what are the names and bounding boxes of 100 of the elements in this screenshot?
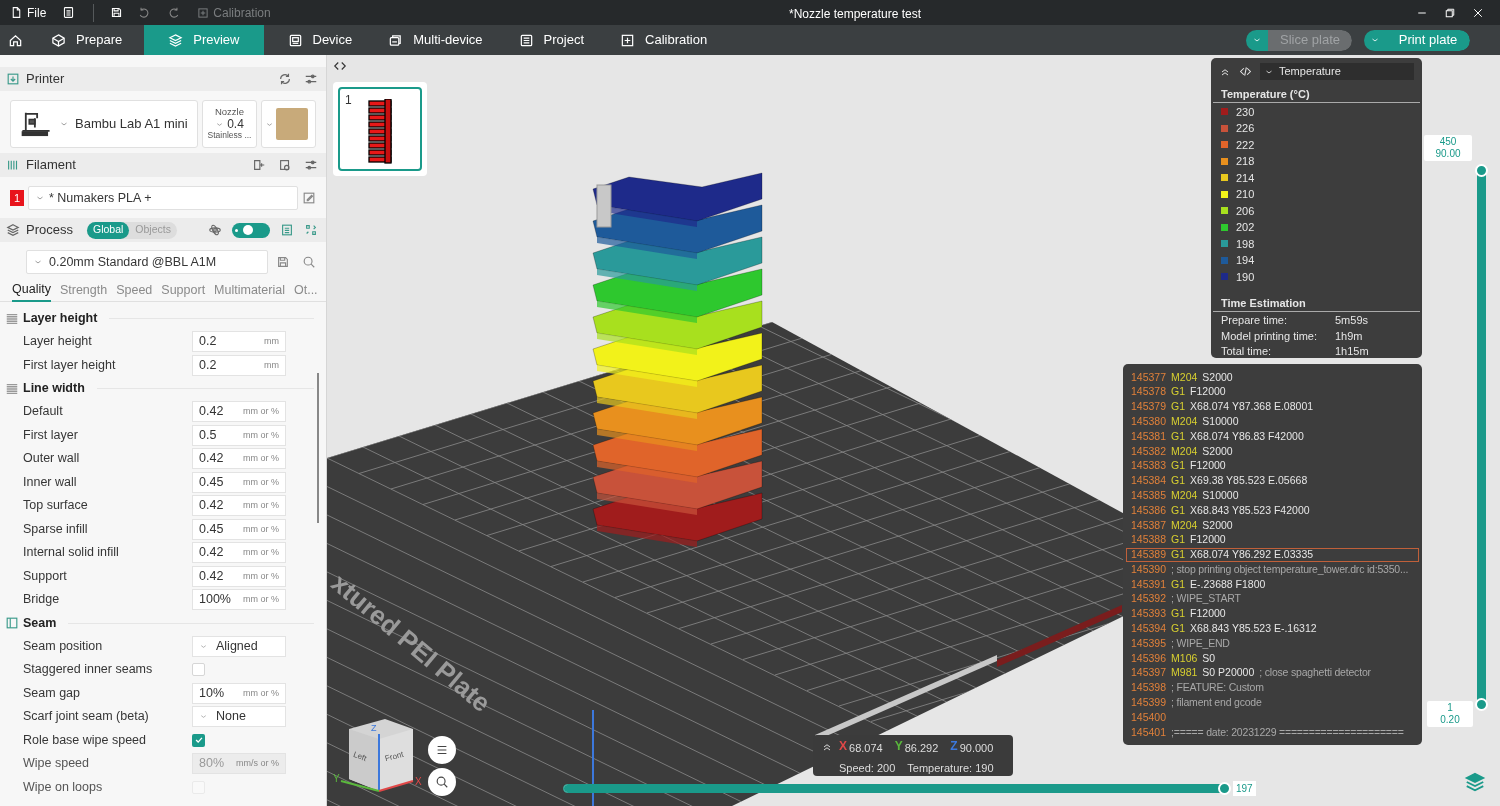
legend-value: 218 xyxy=(1236,154,1255,169)
filament-icon xyxy=(6,158,20,172)
sliders-icon[interactable] xyxy=(304,158,318,172)
compare-icon[interactable] xyxy=(304,223,318,237)
tab[interactable]: Multi-device xyxy=(374,25,497,55)
setting-field[interactable]: 0.42 mm or % xyxy=(192,565,286,587)
printer-icon xyxy=(6,72,20,86)
legend-value: 214 xyxy=(1236,170,1255,186)
gcode-line[interactable]: 145393 G1 F12000 xyxy=(1126,606,1419,622)
layers-icon[interactable] xyxy=(1464,771,1486,793)
setting-field[interactable]: 0.45 mm or % xyxy=(192,471,286,493)
axis-letter: Y xyxy=(894,740,903,755)
close-icon[interactable] xyxy=(1472,6,1484,19)
home-icon[interactable] xyxy=(8,32,23,48)
gcode-line[interactable]: 145382 M204 S2000 xyxy=(1126,444,1419,459)
edit-icon[interactable] xyxy=(302,191,316,205)
gcode-line[interactable]: 145378 G1 F12000 xyxy=(1126,384,1419,400)
view-type-dropdown[interactable]: Temperature xyxy=(1260,63,1414,80)
setting-label: Sparse infill xyxy=(23,520,89,538)
setting-field[interactable]: 0.2 mm xyxy=(192,331,286,353)
code-icon[interactable] xyxy=(1239,65,1252,78)
time-value: 1h15m xyxy=(1335,344,1369,358)
setting-field[interactable]: 0.42 mm or % xyxy=(192,542,286,564)
calibration-button[interactable]: Calibration xyxy=(197,3,271,22)
setting-field[interactable]: 0.2 mm xyxy=(192,354,286,376)
restore-icon[interactable] xyxy=(1444,6,1456,19)
gcode-line[interactable]: 145381 G1 X68.074 Y86.83 F42000 xyxy=(1126,429,1419,444)
setting-field[interactable]: 100% mm or % xyxy=(192,589,286,611)
gcode-line[interactable]: 145384 G1 X69.38 Y85.523 E.05668 xyxy=(1126,473,1419,489)
list-icon[interactable] xyxy=(62,6,76,19)
dropdown-button[interactable] xyxy=(1246,29,1268,51)
seam-icon xyxy=(5,616,19,630)
cube-label: Z xyxy=(371,722,377,735)
check-icon xyxy=(193,735,204,746)
setting-label: Outer wall xyxy=(23,450,81,468)
setting-field[interactable]: 0.42 mm or % xyxy=(192,401,286,423)
atom-icon[interactable] xyxy=(208,223,222,237)
gcode-line[interactable]: 145394 G1 X68.843 Y85.523 E-.16312 xyxy=(1126,621,1419,637)
gcode-line[interactable]: 145400 xyxy=(1126,710,1419,726)
gcode-line[interactable]: 145385 M204 S10000 xyxy=(1126,488,1419,504)
printer-selector[interactable]: Bambu Lab A1 mini xyxy=(10,100,198,148)
gcode-line[interactable]: 145377 M204 S2000 xyxy=(1126,370,1419,385)
gcode-line[interactable]: 145398 ; FEATURE: Custom xyxy=(1126,680,1419,696)
gcode-line[interactable]: 145392 ; WIPE_START xyxy=(1126,591,1419,607)
filament-settings-icon[interactable] xyxy=(278,158,292,172)
setting-label: Internal solid infill xyxy=(23,544,120,562)
slider-thumb[interactable] xyxy=(1218,782,1231,795)
tab[interactable]: Prepare xyxy=(37,25,137,55)
setting-label: Role base wipe speed xyxy=(23,731,147,749)
dropdown-button[interactable] xyxy=(1364,29,1386,51)
checkbox[interactable] xyxy=(192,733,205,747)
undo-icon[interactable] xyxy=(137,6,151,19)
add-filament-icon[interactable] xyxy=(252,158,266,172)
gcode-line[interactable]: 145401 ;===== date: 20231229 ===================== xyxy=(1126,725,1419,740)
code-toggle-icon[interactable] xyxy=(333,59,347,73)
setting-dropdown[interactable]: None xyxy=(192,706,286,728)
setting-field[interactable]: 0.45 mm or % xyxy=(192,518,286,540)
layer-number: 1 xyxy=(1447,702,1453,714)
filament-dropdown[interactable]: * Numakers PLA + xyxy=(28,186,298,210)
tab[interactable]: Calibration xyxy=(606,25,722,55)
settings-tab[interactable]: Quality xyxy=(12,279,51,302)
time-label: Total time: xyxy=(1221,344,1273,358)
gcode-line[interactable]: 145396 M106 S0 xyxy=(1126,651,1419,666)
save-icon[interactable] xyxy=(110,6,124,19)
gcode-line[interactable]: 145397 M981 S0 P20000 ; close spaghetti detector xyxy=(1126,665,1419,681)
section-title: Seam xyxy=(23,614,57,632)
advanced-toggle[interactable] xyxy=(232,222,270,238)
tab[interactable]: Project xyxy=(504,25,599,55)
setting-field[interactable]: 10% mm or % xyxy=(192,682,286,704)
move-reading: 197 xyxy=(1233,781,1256,796)
menu-icon xyxy=(435,743,449,757)
setting-field[interactable]: 0.42 mm or % xyxy=(192,495,286,517)
preset-dropdown[interactable]: 0.20mm Standard @BBL A1M xyxy=(26,250,269,274)
gcode-line[interactable]: 145399 ; filament end gcode xyxy=(1126,695,1419,711)
gcode-line[interactable]: 145380 M204 S10000 xyxy=(1126,414,1419,430)
setting-label: Default xyxy=(23,403,64,421)
slider-thumb[interactable] xyxy=(1475,164,1488,177)
build-plate-swatch xyxy=(276,108,308,140)
gcode-line[interactable]: 145391 G1 E-.23688 F1800 xyxy=(1126,577,1419,592)
nozzle-selector[interactable]: Nozzle 0.4 Stainless ... xyxy=(202,100,257,148)
setting-field[interactable]: 0.42 mm or % xyxy=(192,448,286,470)
gcode-line[interactable]: 145383 G1 F12000 xyxy=(1126,458,1419,474)
gcode-line[interactable]: 145386 G1 X68.843 Y85.523 F42000 xyxy=(1126,503,1419,518)
calibration-icon xyxy=(620,32,636,48)
gcode-line[interactable]: 145390 ; stop printing object temperature_tower.drc id:5350... xyxy=(1126,562,1419,578)
gcode-line[interactable]: 145379 G1 X68.074 Y87.368 E.08001 xyxy=(1126,399,1419,415)
sync-icon[interactable] xyxy=(278,72,292,86)
checkbox[interactable] xyxy=(192,663,205,677)
gcode-line[interactable]: 145395 ; WIPE_END xyxy=(1126,636,1419,652)
plate-thumbnail[interactable]: 1 xyxy=(338,87,422,171)
gcode-line[interactable]: 145387 M204 S2000 xyxy=(1126,517,1419,533)
collapse-icon[interactable] xyxy=(821,741,833,753)
slider-thumb[interactable] xyxy=(1475,698,1488,711)
tab[interactable]: Device xyxy=(273,25,367,55)
search-icon[interactable] xyxy=(302,255,316,269)
setting-dropdown[interactable]: Aligned xyxy=(192,635,286,657)
setting-field[interactable]: 0.5 mm or % xyxy=(192,424,286,446)
gcode-line[interactable]: 145388 G1 F12000 xyxy=(1126,532,1419,548)
sliders-icon[interactable] xyxy=(304,72,318,86)
file-menu[interactable]: File xyxy=(10,3,47,22)
